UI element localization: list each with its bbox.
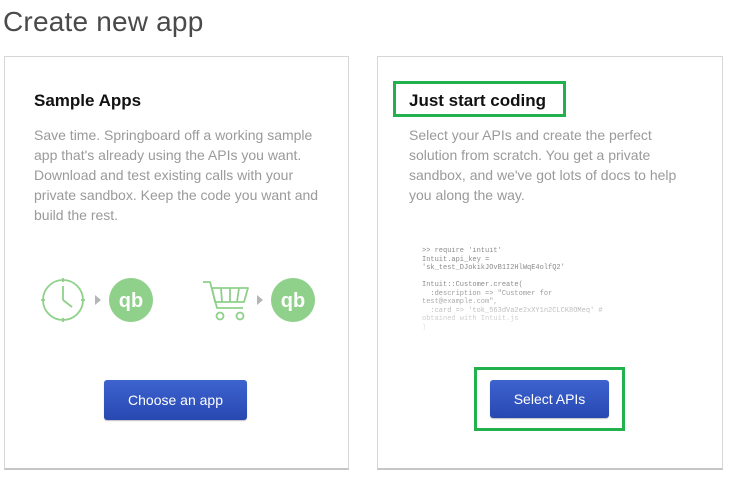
svg-text:qb: qb (119, 290, 143, 312)
arrow-right-icon (95, 295, 101, 305)
svg-text:qb: qb (281, 290, 305, 312)
shopping-cart-icon (203, 281, 249, 321)
choose-an-app-button[interactable]: Choose an app (104, 380, 247, 420)
select-apis-button[interactable]: Select APIs (490, 380, 609, 418)
quickbooks-logo-icon: qb (109, 278, 153, 322)
just-start-coding-card: Just start coding Select your APIs and c… (377, 56, 723, 470)
sample-apps-description: Save time. Springboard off a working sam… (34, 127, 319, 223)
just-start-coding-description: Select your APIs and create the perfect … (409, 127, 677, 203)
sample-apps-illustration: qb qb (41, 278, 315, 322)
sample-apps-card: Sample Apps Save time. Springboard off a… (4, 56, 349, 470)
just-start-coding-title: Just start coding (409, 91, 546, 110)
quickbooks-logo-icon: qb (271, 278, 315, 322)
code-sample: >> require 'intuit' Intuit.api_key = 'sk… (422, 247, 603, 332)
arrow-right-icon (257, 295, 263, 305)
sample-apps-title: Sample Apps (34, 91, 142, 110)
clock-icon (41, 278, 85, 322)
page-title: Create new app (3, 6, 204, 37)
